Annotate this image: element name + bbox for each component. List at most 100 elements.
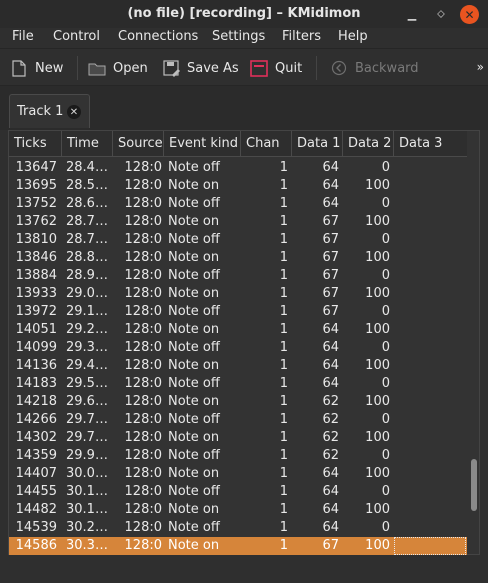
table-row[interactable]: 13810 28.7… 128:0 Note off 1 67 0 (9, 231, 467, 249)
cell-event-kind: Note off (168, 268, 220, 283)
table-row[interactable]: 14136 29.4… 128:0 Note on 1 64 100 (9, 357, 467, 375)
table-row[interactable]: 14586 30.3… 128:0 Note on 1 67 100 (9, 537, 467, 555)
cell-ticks: 13647 (15, 160, 57, 175)
table-row[interactable]: 14051 29.2… 128:0 Note on 1 64 100 (9, 321, 467, 339)
table-row[interactable]: 14183 29.5… 128:0 Note off 1 64 0 (9, 375, 467, 393)
cell-time: 29.2… (66, 322, 108, 337)
table-row[interactable]: 13752 28.6… 128:0 Note off 1 64 0 (9, 195, 467, 213)
cell-data-2: 0 (381, 304, 390, 319)
table-row[interactable]: 13647 28.4… 128:0 Note off 1 64 0 (9, 159, 467, 177)
menubar: File Control Connections Settings Filter… (0, 28, 488, 48)
table-row[interactable]: 14482 30.1… 128:0 Note on 1 64 100 (9, 501, 467, 519)
table-row[interactable]: 14099 29.3… 128:0 Note off 1 64 0 (9, 339, 467, 357)
menu-settings[interactable]: Settings (212, 29, 265, 44)
menu-help[interactable]: Help (338, 29, 368, 44)
close-tab-icon[interactable]: ✕ (67, 105, 81, 119)
new-label: New (35, 60, 64, 76)
quit-button[interactable]: Quit (250, 57, 302, 79)
tab-track-1[interactable]: Track 1 ✕ (9, 94, 90, 128)
table-row[interactable]: 14455 30.1… 128:0 Note off 1 64 0 (9, 483, 467, 501)
table-row[interactable]: 14407 30.0… 128:0 Note on 1 64 100 (9, 465, 467, 483)
table-row[interactable]: 14218 29.6… 128:0 Note on 1 62 100 (9, 393, 467, 411)
cell-data-1: 67 (322, 538, 339, 553)
header-chan[interactable]: Chan (241, 131, 292, 157)
save-as-button[interactable]: Save As (162, 57, 239, 79)
table-row[interactable]: 13695 28.5… 128:0 Note on 1 64 100 (9, 177, 467, 195)
cell-time: 28.4… (66, 160, 108, 175)
backward-button[interactable]: Backward (330, 57, 419, 79)
toolbar-separator (316, 56, 317, 80)
cell-source: 128:0 (124, 376, 162, 391)
table-row[interactable]: 13762 28.7… 128:0 Note on 1 67 100 (9, 213, 467, 231)
table-row[interactable]: 14359 29.9… 128:0 Note off 1 62 0 (9, 447, 467, 465)
cell-time: 28.8… (66, 250, 108, 265)
cell-source: 128:0 (124, 322, 162, 337)
close-window-button[interactable]: ✕ (460, 5, 479, 24)
window-titlebar: (no file) [recording] – KMidimon ▁ ⬦ ✕ (0, 0, 488, 28)
cell-chan: 1 (279, 196, 288, 211)
cell-data-1: 67 (322, 304, 339, 319)
cell-chan: 1 (279, 250, 288, 265)
open-button[interactable]: Open (88, 57, 148, 79)
cell-event-kind: Note on (168, 250, 220, 265)
header-ticks[interactable]: Ticks (9, 131, 62, 157)
cell-time: 30.2… (66, 520, 108, 535)
cell-data-1: 64 (322, 484, 339, 499)
table-row[interactable]: 13846 28.8… 128:0 Note on 1 67 100 (9, 249, 467, 267)
table-row[interactable]: 13933 29.0… 128:0 Note on 1 67 100 (9, 285, 467, 303)
cell-ticks: 13762 (15, 214, 57, 229)
cell-event-kind: Note on (168, 466, 220, 481)
header-data-1[interactable]: Data 1 (292, 131, 343, 157)
cell-event-kind: Note on (168, 430, 220, 445)
table-row[interactable]: 14266 29.7… 128:0 Note off 1 62 0 (9, 411, 467, 429)
toolbar-separator (77, 56, 78, 80)
cell-chan: 1 (279, 520, 288, 535)
scrollbar-thumb[interactable] (471, 459, 477, 511)
cell-data-2: 100 (365, 322, 390, 337)
cell-chan: 1 (279, 322, 288, 337)
cell-ticks: 13972 (15, 304, 57, 319)
cell-source: 128:0 (124, 448, 162, 463)
cell-chan: 1 (279, 376, 288, 391)
header-data-3[interactable]: Data 3 (394, 131, 467, 157)
cell-ticks: 13933 (15, 286, 57, 301)
cell-time: 29.6… (66, 394, 108, 409)
menu-connections[interactable]: Connections (118, 29, 198, 44)
cell-ticks: 14051 (15, 322, 57, 337)
cell-source: 128:0 (124, 484, 162, 499)
header-source[interactable]: Source (113, 131, 164, 157)
backward-icon (330, 59, 348, 77)
cell-ticks: 14407 (15, 466, 57, 481)
cell-time: 30.1… (66, 502, 108, 517)
cell-data-2: 100 (365, 394, 390, 409)
table-row[interactable]: 13972 29.1… 128:0 Note off 1 67 0 (9, 303, 467, 321)
minimize-button[interactable]: ▁ (403, 5, 421, 23)
menu-control[interactable]: Control (53, 29, 100, 44)
toolbar-overflow-button[interactable]: » (477, 60, 484, 74)
table-row[interactable]: 13884 28.9… 128:0 Note off 1 67 0 (9, 267, 467, 285)
new-button[interactable]: New (10, 57, 63, 79)
cell-chan: 1 (279, 232, 288, 247)
cell-data-3 (394, 393, 464, 411)
cell-ticks: 14539 (15, 520, 57, 535)
cell-ticks: 14266 (15, 412, 57, 427)
vertical-scrollbar[interactable] (469, 157, 479, 555)
menu-file[interactable]: File (12, 29, 34, 44)
cell-data-3 (394, 357, 464, 375)
header-data-2[interactable]: Data 2 (343, 131, 394, 157)
header-event-kind[interactable]: Event kind (164, 131, 241, 157)
cell-data-1: 67 (322, 286, 339, 301)
header-time[interactable]: Time (62, 131, 113, 157)
table-row[interactable]: 14539 30.2… 128:0 Note off 1 64 0 (9, 519, 467, 537)
cell-data-2: 0 (381, 412, 390, 427)
cell-data-1: 64 (322, 466, 339, 481)
cell-chan: 1 (279, 268, 288, 283)
maximize-icon: ⬦ (437, 7, 445, 20)
cell-chan: 1 (279, 538, 288, 553)
menu-filters[interactable]: Filters (282, 29, 321, 44)
cell-time: 29.7… (66, 430, 108, 445)
maximize-button[interactable]: ⬦ (432, 5, 450, 23)
table-row[interactable]: 14302 29.7… 128:0 Note on 1 62 100 (9, 429, 467, 447)
cell-data-2: 0 (381, 448, 390, 463)
cell-source: 128:0 (124, 286, 162, 301)
